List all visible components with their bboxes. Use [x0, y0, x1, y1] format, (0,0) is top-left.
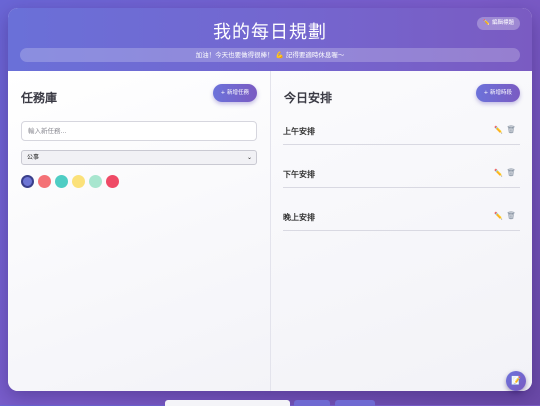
- color-swatch[interactable]: [21, 175, 34, 188]
- timeslot-label: 下午安排: [283, 170, 315, 179]
- schedule-title: 今日安排: [284, 91, 333, 105]
- task-library-title: 任務庫: [21, 91, 58, 105]
- color-picker: [21, 175, 119, 188]
- timeslot-morning[interactable]: 上午安排 ✏️ 🗑: [283, 124, 520, 145]
- trash-icon[interactable]: 🗑: [506, 211, 516, 220]
- task-library-panel: 任務庫 + 新增任務 公事 ⌄: [8, 71, 271, 391]
- edit-title-label: 編輯標題: [491, 20, 514, 26]
- pencil-icon[interactable]: ✏️: [494, 126, 503, 134]
- color-swatch[interactable]: [55, 175, 68, 188]
- schedule-panel: 今日安排 + 新增時段 上午安排 ✏️ 🗑 下午安排 ✏️ 🗑 晚上安排 ✏️ …: [271, 71, 532, 391]
- page-title: 我的每日規劃: [213, 22, 327, 43]
- color-swatch[interactable]: [106, 175, 119, 188]
- trash-icon[interactable]: 🗑: [506, 125, 516, 134]
- note-icon: 📝: [511, 376, 521, 385]
- header: 我的每日規劃 ✏️ 編輯標題 加油！今天也要做得很棒！ 💪 記得要適時休息喔～: [8, 8, 532, 71]
- timeslot-label: 上午安排: [283, 127, 315, 136]
- toolbar-button[interactable]: [335, 400, 375, 406]
- category-selected-value: 公事: [27, 154, 40, 161]
- planner-app: 我的每日規劃 ✏️ 編輯標題 加油！今天也要做得很棒！ 💪 記得要適時休息喔～ …: [8, 8, 532, 391]
- add-task-button[interactable]: + 新增任務: [212, 84, 257, 102]
- pencil-icon[interactable]: ✏️: [494, 212, 503, 220]
- timeslot-label: 晚上安排: [283, 213, 315, 222]
- note-fab-button[interactable]: 📝: [506, 371, 526, 391]
- timeslot-afternoon[interactable]: 下午安排 ✏️ 🗑: [283, 167, 520, 188]
- chevron-down-icon: ⌄: [246, 154, 252, 161]
- toolbar-input[interactable]: [165, 400, 290, 406]
- edit-title-button[interactable]: ✏️ 編輯標題: [477, 17, 520, 30]
- timeslot-evening[interactable]: 晚上安排 ✏️ 🗑: [283, 210, 520, 231]
- pencil-icon[interactable]: ✏️: [494, 169, 503, 177]
- motto-banner: 加油！今天也要做得很棒！ 💪 記得要適時休息喔～: [20, 48, 520, 62]
- color-swatch[interactable]: [38, 175, 51, 188]
- add-timeslot-button[interactable]: + 新增時段: [475, 84, 520, 102]
- toolbar-button[interactable]: [294, 400, 330, 406]
- trash-icon[interactable]: 🗑: [506, 168, 516, 177]
- color-swatch[interactable]: [89, 175, 102, 188]
- color-swatch[interactable]: [72, 175, 85, 188]
- category-select[interactable]: 公事 ⌄: [21, 150, 257, 165]
- bottom-toolbar: [0, 400, 540, 406]
- pencil-icon: ✏️: [483, 20, 490, 26]
- new-task-input[interactable]: [21, 121, 257, 141]
